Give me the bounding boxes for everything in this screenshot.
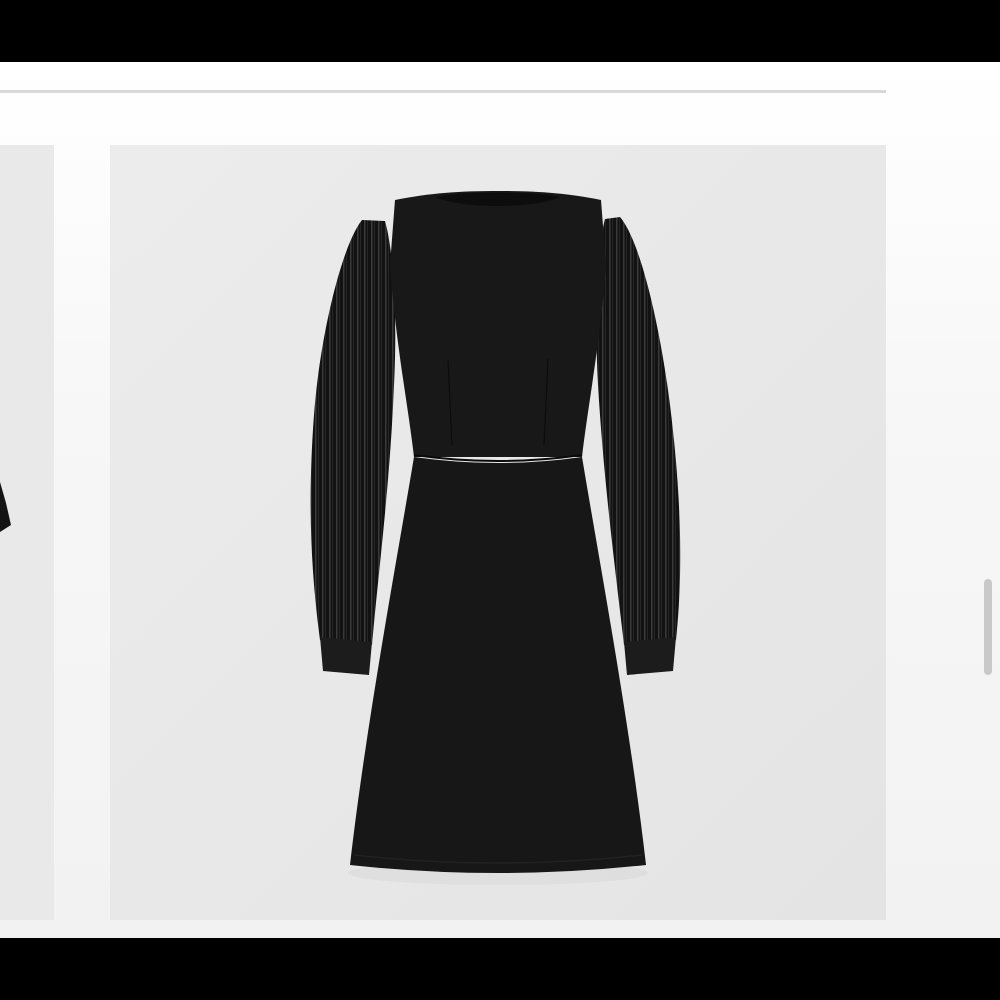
image-gallery[interactable] (0, 62, 1000, 938)
black-dress-image (110, 145, 886, 920)
gallery-slide-previous[interactable] (0, 145, 54, 920)
gallery-divider (0, 90, 886, 93)
bottom-black-bar (0, 938, 1000, 1000)
gallery-slide-current[interactable] (110, 145, 886, 920)
scrollbar-thumb[interactable] (984, 579, 992, 675)
top-black-bar (0, 0, 1000, 62)
previous-dress-image (0, 145, 54, 920)
